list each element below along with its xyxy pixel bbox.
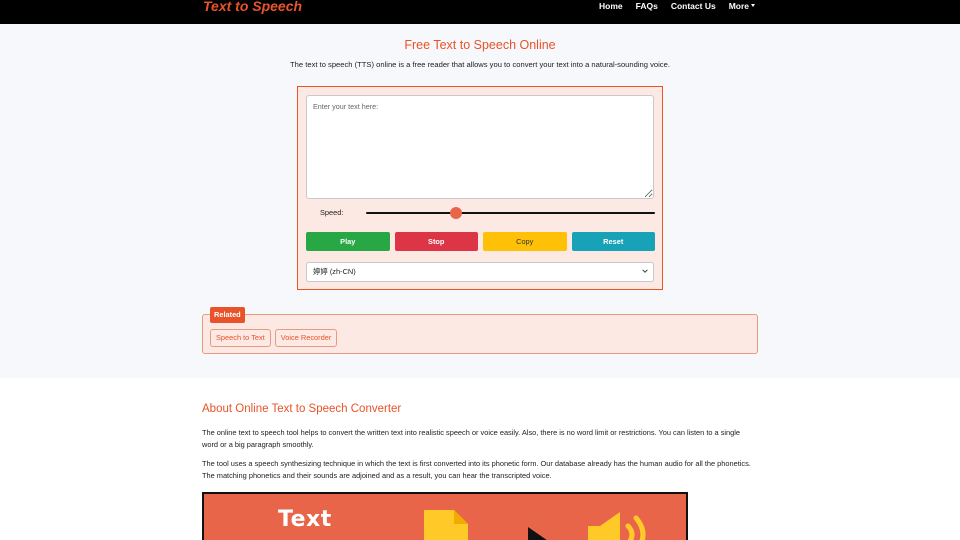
nav-links: Home FAQs Contact Us More xyxy=(599,0,755,13)
nav-contact-link[interactable]: Contact Us xyxy=(671,0,716,13)
speaker-icon xyxy=(588,512,646,540)
chevron-down-icon xyxy=(642,269,648,273)
about-paragraph-2: The tool uses a speech synthesizing tech… xyxy=(202,459,751,480)
banner-text: Text xyxy=(278,507,332,532)
nav-more-dropdown[interactable]: More xyxy=(729,0,755,13)
nav-home-link[interactable]: Home xyxy=(599,0,623,13)
nav-faqs-link[interactable]: FAQs xyxy=(636,0,658,13)
play-button[interactable]: Play xyxy=(306,232,390,251)
stop-button[interactable]: Stop xyxy=(394,232,478,251)
about-title: About Online Text to Speech Converter xyxy=(202,403,402,415)
page-subtitle: The text to speech (TTS) online is a fre… xyxy=(290,60,670,69)
related-box: Related Speech to Text Voice Recorder xyxy=(202,307,758,354)
play-icon xyxy=(528,527,547,540)
about-section: About Online Text to Speech Converter Th… xyxy=(0,378,960,540)
page-title: Free Text to Speech Online xyxy=(404,38,556,52)
voice-select[interactable]: 婷婷 (zh-CN) xyxy=(306,262,654,282)
reset-button[interactable]: Reset xyxy=(571,232,655,251)
copy-button[interactable]: Copy xyxy=(483,232,567,251)
about-paragraph-1: The online text to speech tool helps to … xyxy=(202,428,741,449)
control-buttons: Play Stop Copy Reset xyxy=(306,232,655,251)
speed-slider-thumb[interactable] xyxy=(449,207,462,219)
document-icon xyxy=(424,510,468,540)
voice-recorder-link[interactable]: Voice Recorder xyxy=(274,329,338,347)
nav-more-label: More xyxy=(728,1,749,11)
brand-logo[interactable]: Text to Speech xyxy=(203,0,302,14)
navbar: Text to Speech Home FAQs Contact Us More xyxy=(0,0,960,24)
tts-tool-panel: Speed: Play Stop Copy Reset 婷婷 (zh-CN) xyxy=(297,86,663,290)
caret-down-icon xyxy=(751,4,755,7)
speech-to-text-link[interactable]: Speech to Text xyxy=(210,329,271,347)
speed-label: Speed: xyxy=(320,208,344,217)
related-links: Speech to Text Voice Recorder xyxy=(210,329,338,347)
related-badge: Related xyxy=(210,307,245,323)
tts-banner-image: Text xyxy=(202,492,688,540)
text-input[interactable] xyxy=(306,95,654,199)
voice-select-value: 婷婷 (zh-CN) xyxy=(313,267,356,276)
speed-slider[interactable] xyxy=(366,207,655,219)
